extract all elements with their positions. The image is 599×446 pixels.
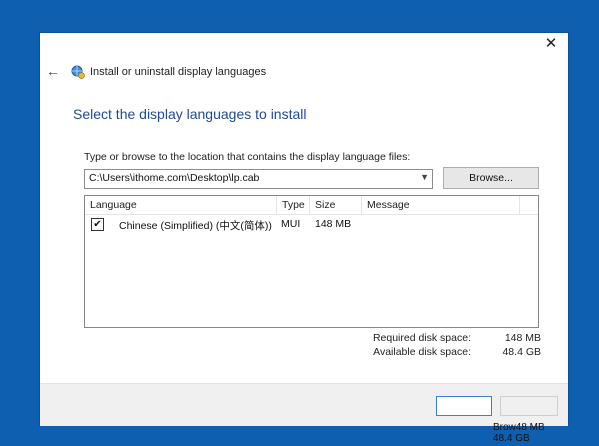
column-header-size[interactable]: Size [310, 196, 362, 214]
path-combobox[interactable]: C:\Users\ithome.com\Desktop\lp.cab ▼ [84, 169, 433, 189]
column-header-message[interactable]: Message [362, 196, 520, 214]
column-header-language[interactable]: Language [85, 196, 277, 214]
table-header: Language Type Size Message [85, 196, 538, 215]
row-language: Chinese (Simplified) (中文(简体)) [119, 220, 272, 232]
required-disk-space: Required disk space: 148 MB [340, 332, 541, 346]
column-header-type[interactable]: Type [277, 196, 310, 214]
row-size: 148 MB [315, 218, 352, 230]
path-label: Type or browse to the location that cont… [84, 151, 411, 163]
language-globe-icon [71, 65, 85, 79]
install-languages-dialog: ✕ ← Install or uninstall display languag… [40, 33, 568, 426]
close-icon[interactable]: ✕ [542, 35, 560, 53]
required-disk-value: 148 MB [504, 332, 541, 344]
artifact-line-2: 48.4 GB [493, 433, 530, 444]
checkbox-chinese-simplified[interactable]: ✔ [91, 218, 104, 231]
available-disk-label: Available disk space: [373, 346, 471, 358]
artifact-line-1: Brow48 MB [493, 422, 545, 433]
available-disk-space: Available disk space: 48.4 GB [340, 346, 541, 360]
back-arrow-icon[interactable]: ← [46, 63, 60, 79]
required-disk-label: Required disk space: [372, 332, 471, 344]
path-value: C:\Users\ithome.com\Desktop\lp.cab [89, 172, 260, 184]
cancel-button[interactable] [500, 396, 558, 416]
dialog-footer [40, 383, 568, 426]
chevron-down-icon[interactable]: ▼ [420, 172, 429, 182]
next-button[interactable] [436, 396, 492, 416]
available-disk-value: 48.4 GB [502, 346, 541, 358]
overlay-artifact-text: Brow48 MB 48.4 GB [493, 422, 545, 444]
window-title: Install or uninstall display languages [90, 66, 267, 78]
browse-button[interactable]: Browse... [443, 167, 539, 189]
language-table: Language Type Size Message ✔ Chinese (Si… [84, 195, 539, 328]
row-type: MUI [281, 218, 301, 230]
page-heading: Select the display languages to install [73, 106, 307, 122]
